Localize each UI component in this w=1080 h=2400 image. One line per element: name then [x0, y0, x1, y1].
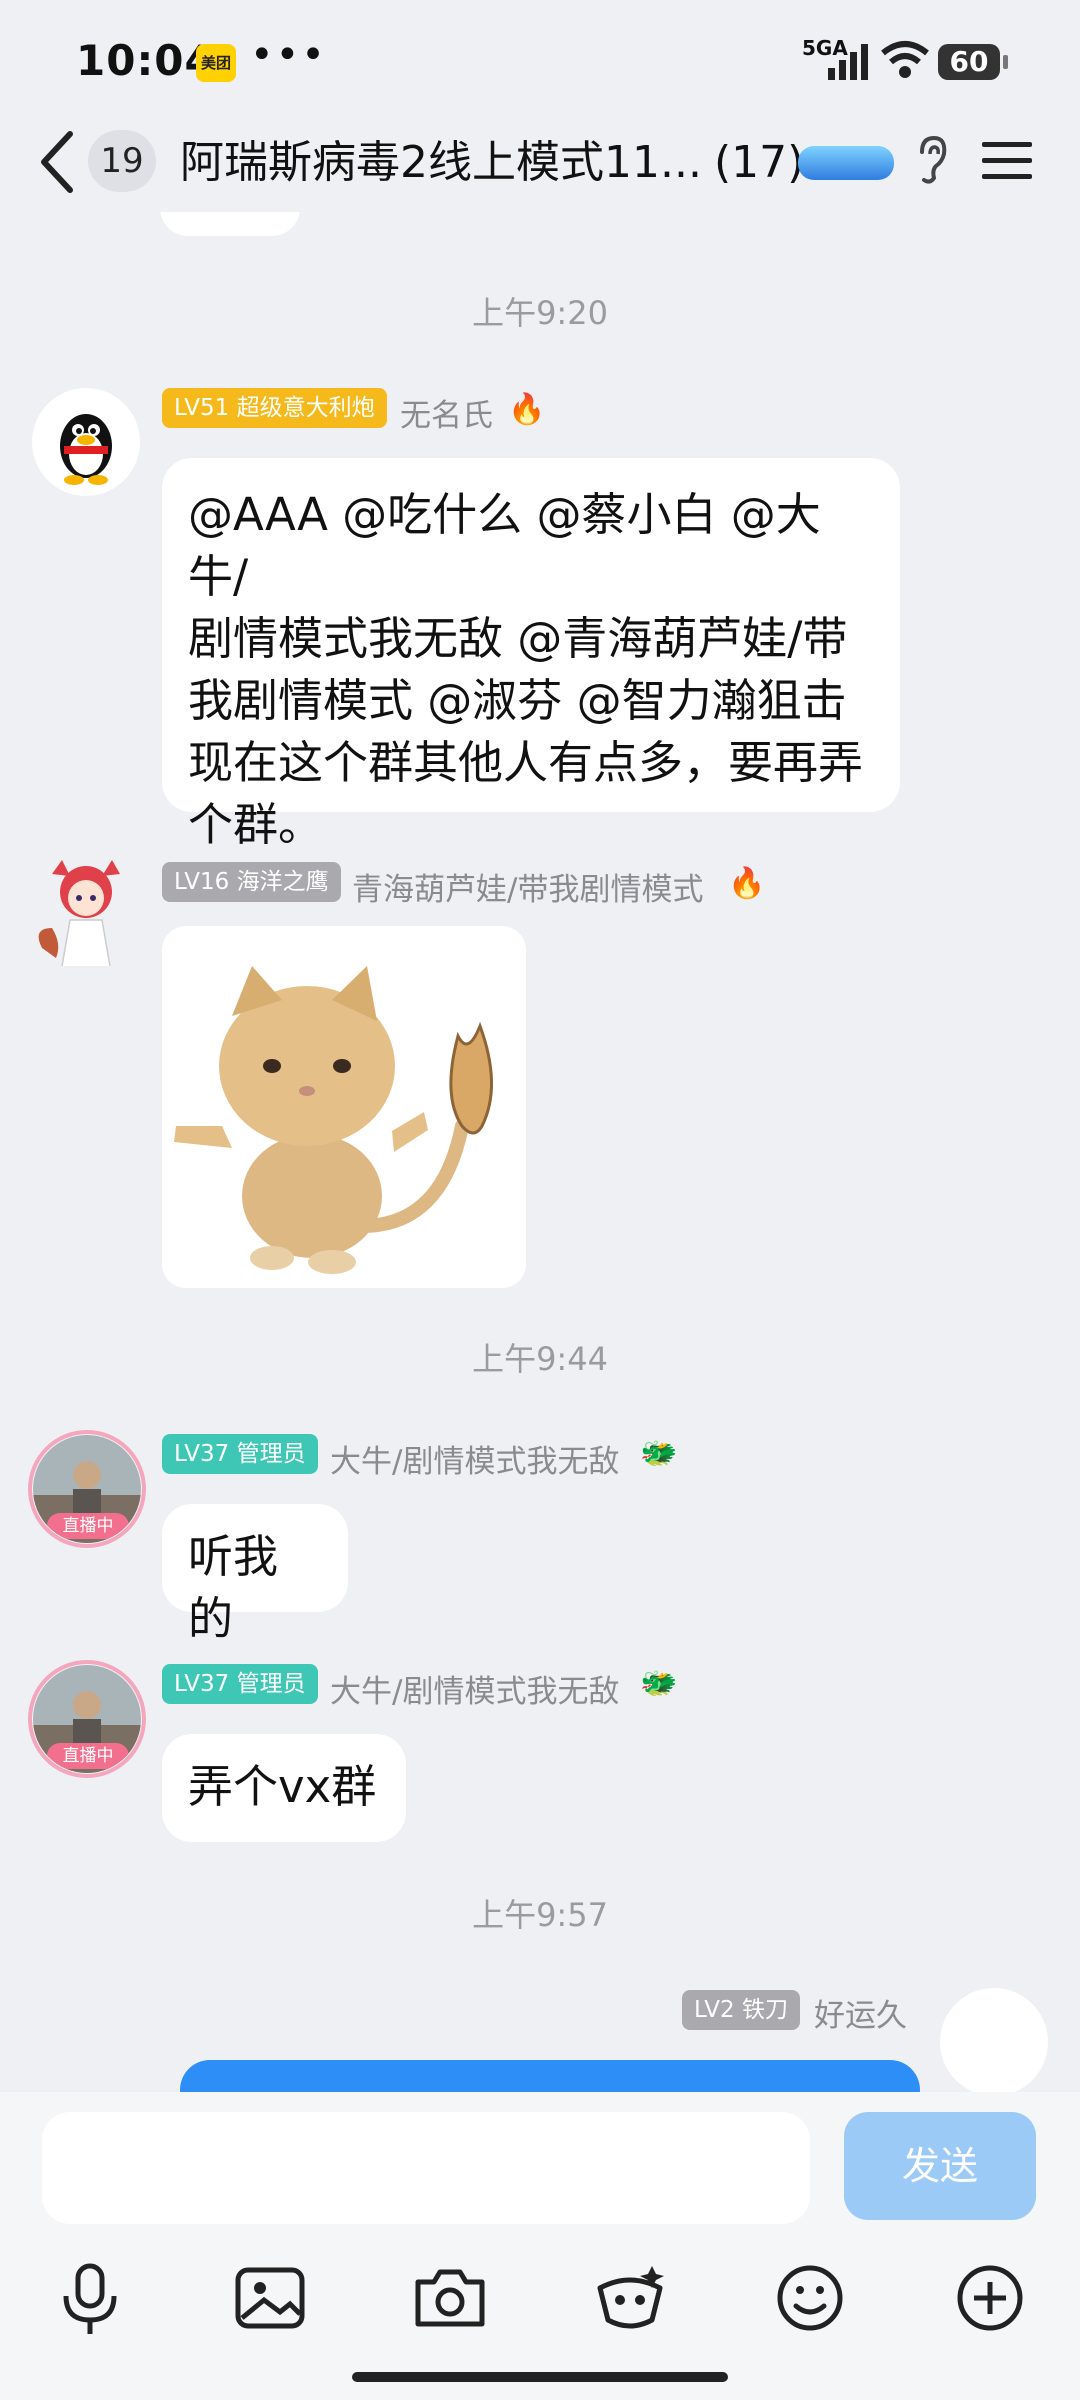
emoji-icon[interactable] [770, 2258, 850, 2338]
message-bubble[interactable]: 听我的 [162, 1504, 348, 1645]
flame-icon: 🔥 [508, 392, 546, 427]
admin-level-badge: LV37 管理员 [162, 1664, 318, 1704]
red-packet-icon[interactable] [590, 2258, 670, 2338]
message-line: 个群。 [188, 798, 324, 851]
status-bar: 10:04 美团 ••• 5GA 60 [0, 0, 1080, 120]
input-toolbar [0, 2258, 1080, 2348]
message-list[interactable]: 上午9:20 LV51 超级意大利炮 无名氏 🔥 @AAA @吃什么 @蔡小白 … [0, 212, 1080, 2092]
avatar[interactable] [32, 858, 140, 966]
sent-message-bubble[interactable] [180, 2060, 920, 2092]
wifi-icon [881, 41, 929, 78]
penguin-avatar-icon [60, 414, 112, 485]
timestamp: 上午9:57 [472, 1896, 608, 1934]
home-indicator[interactable] [352, 2372, 728, 2382]
timestamp: 上午9:44 [472, 1340, 608, 1378]
sender-name[interactable]: 大牛/剧情模式我无敌 [330, 1666, 619, 1711]
dragon-badge-icon: 🐲 [640, 1666, 678, 1701]
clock: 10:04 [76, 36, 215, 85]
unread-count-badge[interactable]: 19 [88, 130, 156, 192]
live-status-badge: 直播中 [47, 1743, 129, 1769]
signal-icon [828, 44, 868, 80]
message-bubble[interactable]: 弄个vx群 [162, 1734, 406, 1842]
send-button[interactable]: 发送 [844, 2112, 1036, 2220]
member-count: (17) [713, 137, 805, 188]
message-input[interactable] [42, 2112, 810, 2224]
level-badge: LV51 超级意大利炮 [162, 388, 387, 428]
ear-icon[interactable] [912, 132, 952, 188]
input-bar: 发送 [0, 2092, 1080, 2400]
battery-icon: 60 [938, 44, 1008, 80]
sender-name[interactable]: 好运久 [814, 1990, 907, 2035]
camera-icon[interactable] [410, 2258, 490, 2338]
message-line: 我剧情模式 @淑芬 @智力瀚狙击 [188, 674, 847, 727]
group-name: 阿瑞斯病毒2线上模式11... [180, 137, 702, 188]
avatar[interactable] [32, 388, 140, 496]
microphone-icon[interactable] [50, 2258, 130, 2338]
message-bubble[interactable]: @AAA @吃什么 @蔡小白 @大牛/ 剧情模式我无敌 @青海葫芦娃/带 我剧情… [162, 458, 900, 851]
message-line: 弄个vx群 [188, 1760, 377, 1813]
live-status-badge: 直播中 [47, 1513, 129, 1539]
cat-sticker-icon [174, 966, 494, 1274]
meituan-badge-icon: 美团 [196, 44, 236, 82]
admin-level-badge: LV37 管理员 [162, 1434, 318, 1474]
level-badge: LV16 海洋之鹰 [162, 862, 341, 902]
group-level-badge-icon [798, 146, 894, 180]
avatar[interactable]: 直播中 [33, 1665, 141, 1773]
message-line: 听我的 [188, 1530, 279, 1645]
flame-icon: 🔥 [728, 866, 766, 901]
anime-girl-avatar-icon [38, 860, 120, 966]
back-arrow-icon[interactable] [36, 124, 80, 200]
sender-name[interactable]: 大牛/剧情模式我无敌 [330, 1436, 619, 1481]
message-line: 现在这个群其他人有点多，要再弄 [188, 736, 864, 789]
more-notifications-icon: ••• [250, 32, 327, 78]
avatar[interactable]: 直播中 [33, 1435, 141, 1543]
message-line: 剧情模式我无敌 @青海葫芦娃/带 [188, 612, 848, 665]
sender-name[interactable]: 青海葫芦娃/带我剧情模式 [352, 864, 703, 909]
dragon-badge-icon: 🐲 [640, 1436, 678, 1471]
image-icon[interactable] [230, 2258, 310, 2338]
timestamp: 上午9:20 [472, 294, 608, 332]
chat-header: 19 阿瑞斯病毒2线上模式11... (17) [0, 112, 1080, 212]
menu-icon[interactable] [980, 130, 1034, 190]
level-badge: LV2 铁刀 [682, 1990, 800, 2030]
group-title[interactable]: 阿瑞斯病毒2线上模式11... (17) [180, 126, 804, 190]
self-avatar[interactable] [940, 1988, 1048, 2092]
message-line: @AAA @吃什么 @蔡小白 @大牛/ [188, 488, 821, 603]
plus-icon[interactable] [950, 2258, 1030, 2338]
sticker-image[interactable] [162, 926, 526, 1288]
previous-message-bubble[interactable] [160, 212, 300, 236]
sender-name[interactable]: 无名氏 [400, 390, 493, 435]
